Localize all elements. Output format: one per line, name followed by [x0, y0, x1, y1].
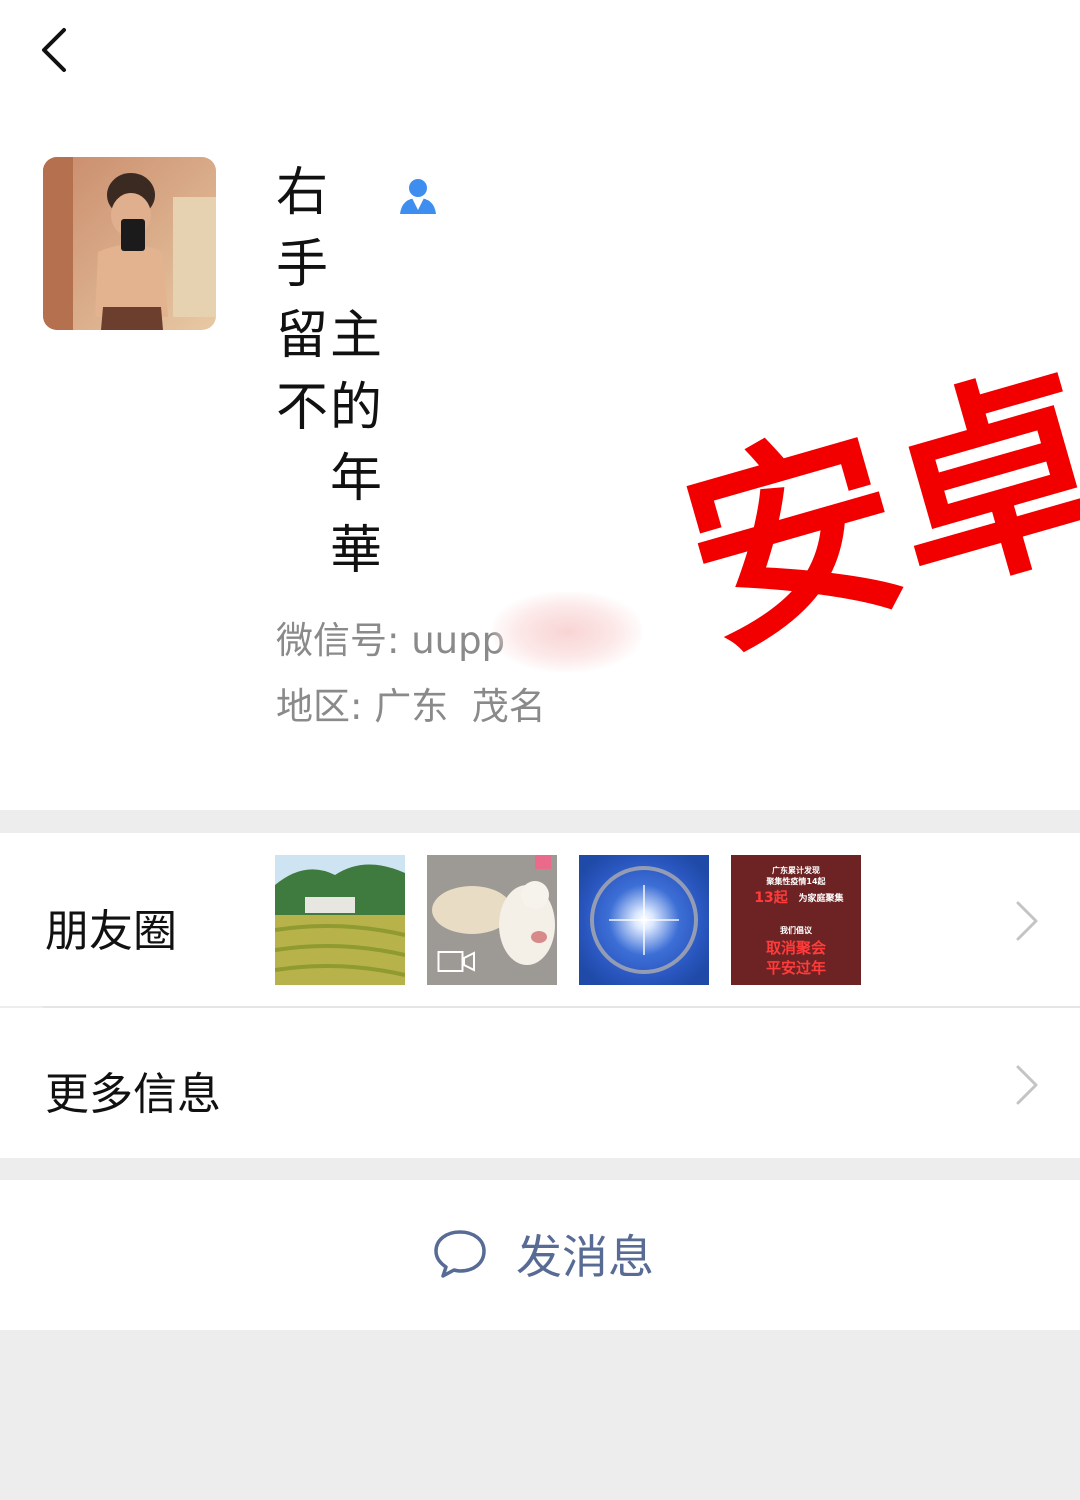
moments-thumbnail [579, 855, 709, 985]
wechat-id-value: uupp [411, 619, 506, 662]
more-info-label: 更多信息 [45, 1069, 221, 1120]
nickname-column-2: 主 的 年 華 [330, 158, 382, 587]
svg-text:13起: 13起 [754, 889, 788, 906]
moments-thumbnail-poster: 广东累计发现 聚集性疫情14起 13起 为家庭聚集 我们倡议 取消聚会 平安过年 [731, 855, 861, 985]
svg-text:聚集性疫情14起: 聚集性疫情14起 [765, 876, 826, 886]
moments-thumbnail [275, 855, 405, 985]
moments-label: 朋友圈 [45, 906, 177, 957]
avatar[interactable] [43, 157, 216, 330]
send-message-row: 发消息 [0, 1180, 1080, 1330]
chevron-left-icon [42, 28, 66, 72]
send-message-label: 发消息 [516, 1230, 654, 1284]
region-value: 广东 茂名 [374, 685, 546, 728]
chevron-right-icon [1016, 1065, 1038, 1105]
region: 地区: 广东 茂名 [276, 676, 546, 730]
nickname-char: 年 [330, 449, 383, 509]
chat-bubble-icon [434, 1230, 486, 1278]
chevron-right-icon [1016, 901, 1038, 941]
moments-row[interactable]: 朋友圈 广东累计发现 聚集性疫情14起 13起 为家庭聚集 我们倡议 取消聚会 … [0, 833, 1080, 1006]
nickname-column-1: 右 手 留 不 [276, 158, 328, 444]
nickname-char: 的 [330, 377, 383, 438]
wechat-id: 微信号: uupp [276, 610, 505, 664]
svg-text:取消聚会: 取消聚会 [766, 939, 826, 957]
nickname-char: 不 [276, 377, 329, 438]
moments-thumbnail-video [427, 855, 557, 985]
video-camera-icon [437, 951, 475, 972]
nickname-char [330, 230, 382, 302]
nickname-char: 留 [276, 306, 329, 366]
profile-header: 右 手 留 不 主 的 年 華 微信号: uupp 地区: 广东 茂名 安卓 [0, 0, 1080, 810]
nickname-char: 華 [330, 520, 383, 581]
wechat-id-label: 微信号: [276, 619, 400, 662]
watermark-stamp: 安卓 [660, 336, 1080, 689]
back-button[interactable] [30, 20, 90, 80]
nickname-char: 右 [276, 163, 329, 223]
person-icon [398, 176, 438, 216]
redaction-blur [492, 592, 642, 672]
svg-text:为家庭聚集: 为家庭聚集 [798, 892, 844, 904]
svg-text:平安过年: 平安过年 [766, 959, 826, 977]
nickname-char: 主 [330, 306, 383, 366]
region-label: 地区: [276, 685, 363, 728]
svg-text:我们倡议: 我们倡议 [780, 925, 813, 935]
nickname-char [330, 158, 382, 230]
svg-text:广东累计发现: 广东累计发现 [772, 865, 820, 875]
send-message-button[interactable]: 发消息 [432, 1224, 654, 1284]
more-info-row[interactable]: 更多信息 [0, 1008, 1080, 1158]
nickname-char: 手 [276, 234, 329, 295]
